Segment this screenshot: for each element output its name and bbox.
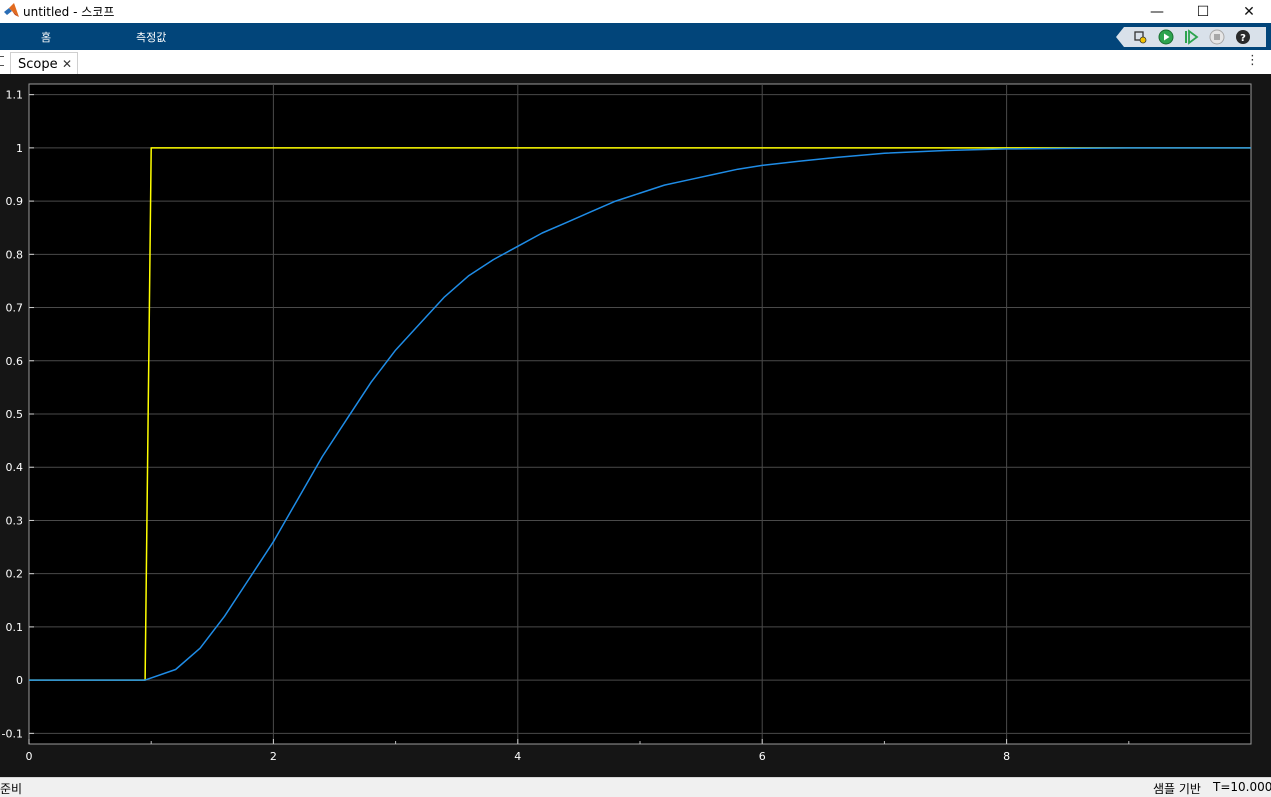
run-icon bbox=[1158, 29, 1174, 45]
document-tab-bar: Scope ✕ ⋮ bbox=[0, 50, 1271, 75]
x-tick-label: 8 bbox=[1003, 750, 1010, 763]
y-tick-label: 0 bbox=[16, 674, 23, 687]
minimize-button[interactable]: — bbox=[1134, 0, 1180, 23]
close-button[interactable]: ✕ bbox=[1226, 0, 1271, 23]
y-tick-label: 0.3 bbox=[6, 514, 24, 527]
minimize-icon: — bbox=[1150, 3, 1164, 20]
y-tick-label: 0.2 bbox=[6, 568, 24, 581]
status-time: T=10.0000 bbox=[1213, 780, 1271, 794]
more-options-icon[interactable]: ⋮ bbox=[1246, 53, 1259, 68]
maximize-icon: ☐ bbox=[1196, 3, 1210, 20]
quick-access-toolbar: ? bbox=[1116, 27, 1266, 47]
y-tick-label: 0.8 bbox=[6, 248, 24, 261]
tab-close-icon[interactable]: ✕ bbox=[62, 57, 72, 71]
y-tick-label: 0.7 bbox=[6, 302, 24, 315]
help-button[interactable]: ? bbox=[1235, 29, 1251, 45]
tab-scope[interactable]: Scope ✕ bbox=[10, 52, 78, 74]
highlight-block-button[interactable] bbox=[1132, 29, 1148, 45]
maximize-button[interactable]: ☐ bbox=[1180, 0, 1226, 23]
step-forward-icon bbox=[1185, 29, 1199, 45]
step-forward-button[interactable] bbox=[1183, 29, 1199, 45]
run-button[interactable] bbox=[1158, 29, 1174, 45]
scope-display: 0 2 4 6 8 -0.1 0 0.1 0.2 0.3 0.4 0.5 0.6 0.7 0.8 0.9 1 1.… bbox=[0, 74, 1271, 777]
status-ready-text: 준비 bbox=[0, 782, 23, 796]
scope-plot: 0 2 4 6 8-0.100.10.20.30.40.50.60.70.80.911.… bbox=[0, 74, 1271, 777]
y-tick-label: 0.4 bbox=[6, 461, 24, 474]
window-title: untitled - 스코프 bbox=[23, 5, 115, 19]
matlab-logo-icon bbox=[4, 3, 19, 17]
tab-scope-label: Scope bbox=[18, 57, 58, 72]
ribbon-tab-measurements[interactable]: 측정값 bbox=[136, 29, 166, 45]
panel-collapse-icon[interactable] bbox=[0, 56, 4, 66]
help-icon: ? bbox=[1236, 30, 1250, 44]
svg-text:?: ? bbox=[1240, 33, 1246, 44]
x-tick-label: 6 bbox=[759, 750, 766, 763]
status-bar: 준비 샘플 기반 T=10.0000 bbox=[0, 777, 1271, 797]
highlight-simulink-block-icon bbox=[1134, 31, 1147, 44]
y-tick-label: 1.1 bbox=[6, 89, 24, 102]
x-tick-label: 0 bbox=[26, 750, 33, 763]
y-tick-label: 0.6 bbox=[6, 355, 24, 368]
y-tick-label: -0.1 bbox=[2, 727, 23, 740]
y-tick-label: 1 bbox=[16, 142, 23, 155]
y-tick-label: 0.5 bbox=[6, 408, 24, 421]
ribbon: 홈 측정값 bbox=[0, 23, 1271, 50]
status-sample-based: 샘플 기반 bbox=[1153, 782, 1201, 796]
x-tick-label: 4 bbox=[514, 750, 521, 763]
stop-button[interactable] bbox=[1209, 29, 1225, 45]
x-tick-label: 2 bbox=[270, 750, 277, 763]
title-bar: untitled - 스코프 — ☐ ✕ bbox=[0, 0, 1271, 23]
y-tick-label: 0.1 bbox=[6, 621, 24, 634]
ribbon-tab-home[interactable]: 홈 bbox=[41, 29, 51, 45]
stop-icon bbox=[1209, 29, 1225, 45]
close-icon: ✕ bbox=[1243, 3, 1255, 20]
y-tick-label: 0.9 bbox=[6, 195, 24, 208]
